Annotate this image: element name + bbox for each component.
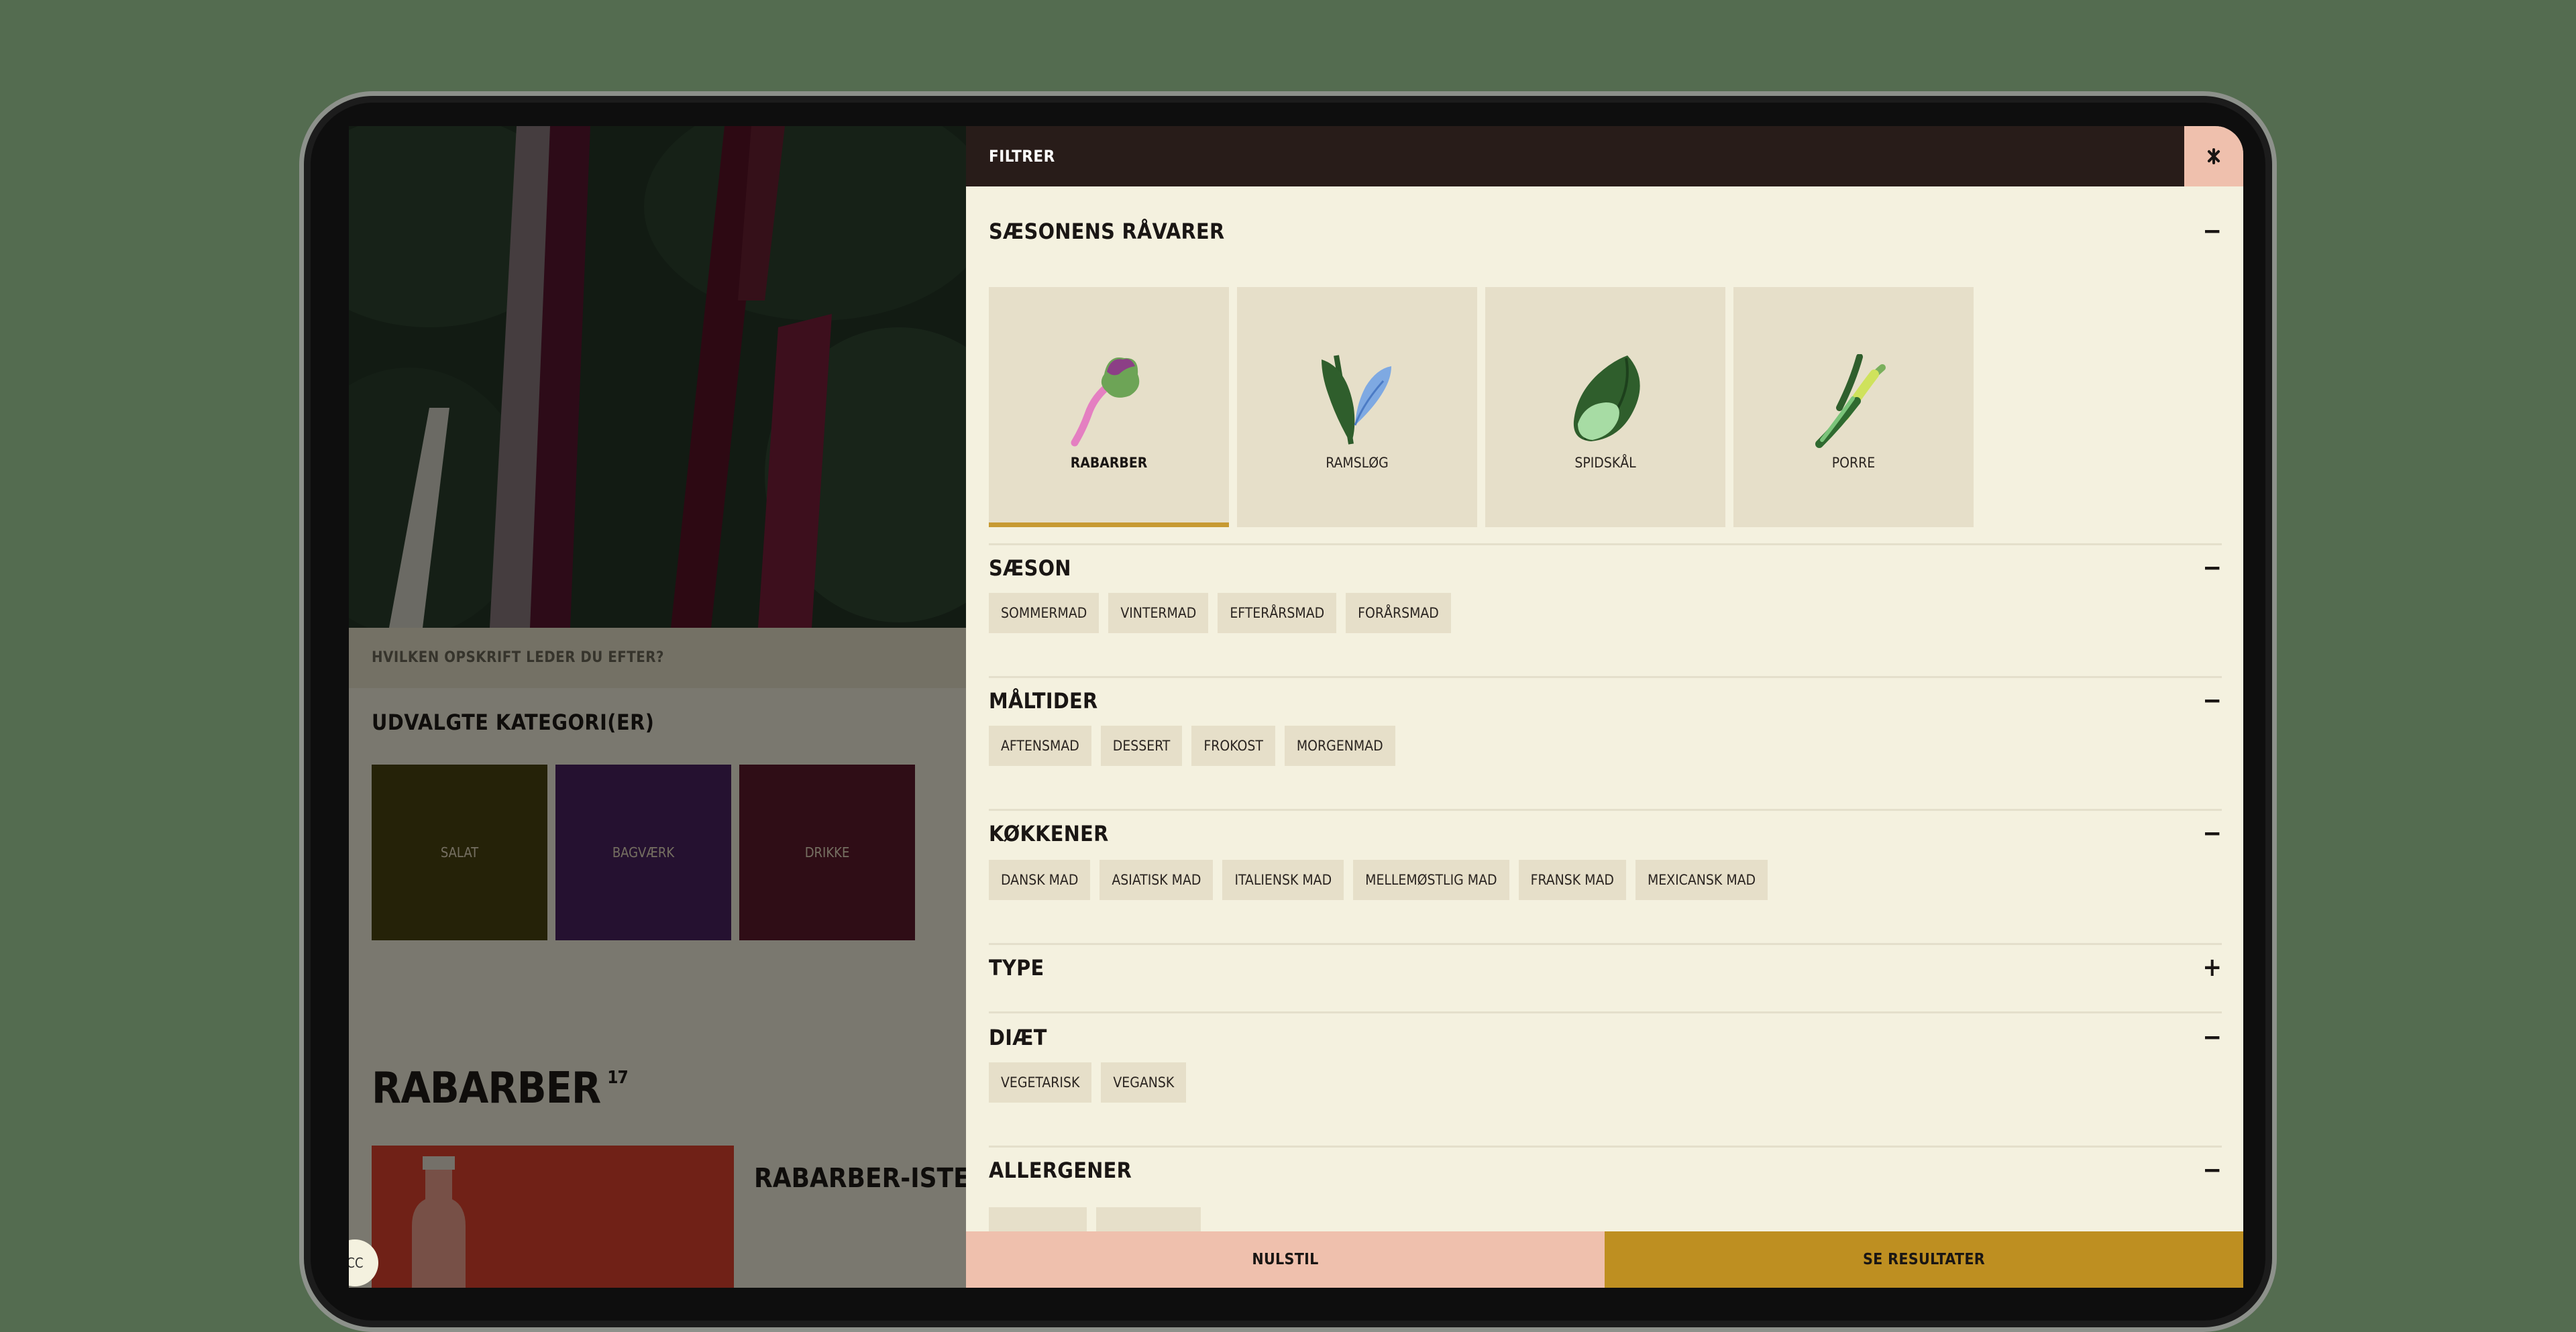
section-title: SÆSONENS RÅVARER	[989, 219, 1225, 244]
produce-tile-ramsloeg[interactable]: RAMSLØG	[1237, 287, 1477, 527]
chip-vegansk[interactable]: VEGANSK	[1101, 1062, 1187, 1103]
section-divider	[989, 543, 2222, 545]
kitchen-chips: DANSK MAD ASIATISK MAD ITALIENSK MAD MEL…	[989, 860, 1768, 900]
see-results-button[interactable]: SE RESULTATER	[1605, 1231, 2243, 1288]
chip-fransk-mad[interactable]: FRANSK MAD	[1518, 860, 1626, 900]
recipe-page: HVILKEN OPSKRIFT LEDER DU EFTER? UDVALGT…	[349, 126, 966, 1288]
chip-mexicansk-mad[interactable]: MEXICANSK MAD	[1635, 860, 1768, 900]
season-chips: SOMMERMAD VINTERMAD EFTERÅRSMAD FORÅRSMA…	[989, 593, 1451, 633]
produce-label: SPIDSKÅL	[1574, 455, 1636, 471]
expand-toggle[interactable]: +	[2202, 954, 2222, 980]
section-title: DIÆT	[989, 1025, 1047, 1050]
collapse-toggle[interactable]: −	[2202, 218, 2222, 243]
chip-efteraarsmad[interactable]: EFTERÅRSMAD	[1218, 593, 1337, 633]
chip-asiatisk-mad[interactable]: ASIATISK MAD	[1099, 860, 1214, 900]
filter-panel: FILTRER SÆSONENS RÅVARER − RABARBER RAMS…	[966, 126, 2243, 1288]
wild-garlic-icon	[1322, 355, 1391, 445]
section-title: MÅLTIDER	[989, 688, 1098, 714]
filter-footer: NULSTIL SE RESULTATER	[966, 1231, 2243, 1288]
section-title: ALLERGENER	[989, 1158, 1132, 1183]
collapse-toggle[interactable]: −	[2202, 1157, 2222, 1182]
chip-foraarsmad[interactable]: FORÅRSMAD	[1346, 593, 1451, 633]
diet-chips: VEGETARISK VEGANSK	[989, 1062, 1187, 1103]
collapse-toggle[interactable]: −	[2202, 1024, 2222, 1050]
collapse-toggle[interactable]: −	[2202, 555, 2222, 580]
chip-frokost[interactable]: FROKOST	[1191, 726, 1275, 766]
reset-button[interactable]: NULSTIL	[966, 1231, 1605, 1288]
section-diet: DIÆT − VEGETARISK VEGANSK	[989, 1024, 2222, 1119]
chip-dansk-mad[interactable]: DANSK MAD	[989, 860, 1091, 900]
section-divider	[989, 809, 2222, 811]
section-seasonal-produce: SÆSONENS RÅVARER − RABARBER RAMSLØG SPID…	[989, 218, 2222, 534]
section-divider	[989, 676, 2222, 678]
section-title: SÆSON	[989, 555, 1071, 581]
section-divider	[989, 1011, 2222, 1013]
section-divider	[989, 1146, 2222, 1148]
meal-chips: AFTENSMAD DESSERT FROKOST MORGENMAD	[989, 726, 1395, 766]
chip-italiensk-mad[interactable]: ITALIENSK MAD	[1222, 860, 1344, 900]
produce-tile-spidskaal[interactable]: SPIDSKÅL	[1485, 287, 1725, 527]
produce-label: RAMSLØG	[1326, 455, 1389, 471]
section-divider	[989, 943, 2222, 945]
produce-tile-rabarber[interactable]: RABARBER	[989, 287, 1229, 527]
chip-dessert[interactable]: DESSERT	[1100, 726, 1183, 766]
collapse-toggle[interactable]: −	[2202, 820, 2222, 846]
section-season: SÆSON − SOMMERMAD VINTERMAD EFTERÅRSMAD …	[989, 555, 2222, 649]
close-x-icon	[2207, 148, 2220, 164]
pointed-cabbage-icon	[1573, 355, 1640, 441]
produce-tile-porre[interactable]: PORRE	[1733, 287, 1974, 527]
filter-header: FILTRER	[966, 126, 2243, 186]
collapse-toggle[interactable]: −	[2202, 687, 2222, 713]
modal-backdrop[interactable]	[349, 126, 966, 1288]
produce-label: PORRE	[1831, 455, 1876, 471]
chip-mellemoestlig-mad[interactable]: MELLEMØSTLIG MAD	[1353, 860, 1509, 900]
filter-title: FILTRER	[989, 147, 1055, 166]
section-title: TYPE	[989, 955, 1044, 981]
rhubarb-icon	[1071, 357, 1140, 447]
close-button[interactable]	[2184, 126, 2243, 186]
chip-vintermad[interactable]: VINTERMAD	[1108, 593, 1209, 633]
chip-sommermad[interactable]: SOMMERMAD	[989, 593, 1099, 633]
chip-aftensmad[interactable]: AFTENSMAD	[989, 726, 1091, 766]
leek-icon	[1815, 354, 1886, 448]
chip-vegetarisk[interactable]: VEGETARISK	[989, 1062, 1092, 1103]
section-title: KØKKENER	[989, 821, 1109, 846]
produce-tiles: RABARBER RAMSLØG SPIDSKÅL PORRE	[989, 287, 1974, 527]
section-kitchens: KØKKENER − DANSK MAD ASIATISK MAD ITALIE…	[989, 820, 2222, 915]
section-meals: MÅLTIDER − AFTENSMAD DESSERT FROKOST MOR…	[989, 687, 2222, 782]
section-type: TYPE +	[989, 954, 2222, 995]
chip-morgenmad[interactable]: MORGENMAD	[1284, 726, 1395, 766]
produce-label: RABARBER	[1070, 455, 1148, 471]
app-screen: HVILKEN OPSKRIFT LEDER DU EFTER? UDVALGT…	[349, 126, 2243, 1288]
